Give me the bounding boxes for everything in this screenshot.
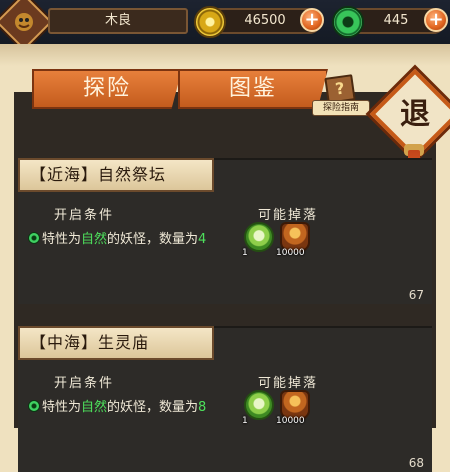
drop-count: 1 [242,248,248,258]
drop-item[interactable]: 1 [242,222,274,260]
jade-coin-icon [332,6,364,38]
condition-count: 4 [198,232,207,247]
player-name: 木良 [48,8,188,34]
stage-number: 67 [408,288,424,302]
guide-label: 探险指南 [312,100,370,116]
jade-bullet-icon [28,232,40,244]
condition-mid: 的妖怪，数量为 [107,232,199,247]
drop-item[interactable]: 10000 [276,390,310,428]
tab-explore[interactable]: 探险 [32,69,182,109]
condition-trait: 自然 [81,232,108,247]
condition-label: 开启条件 [54,376,115,391]
condition-text: 特性为自然的妖怪，数量为4 [28,228,206,247]
stage-title: 【近海】自然祭坛 [18,158,214,192]
jade-gem-icon [244,222,274,252]
pet-avatar-icon [15,13,33,31]
drop-item[interactable]: 10000 [276,222,310,260]
coin-value: 46500 [244,13,286,28]
condition-trait: 自然 [81,400,108,415]
drop-label: 可能掉落 [258,376,319,391]
jade-counter: 445 + [332,6,448,38]
stage-card[interactable]: 【近海】自然祭坛 开启条件 可能掉落 特性为自然的妖怪，数量为4 1 10000… [18,158,432,304]
jade-value: 445 [383,13,409,28]
condition-prefix: 特性为 [42,232,82,247]
coin-counter: 46500 + [194,6,324,38]
condition-prefix: 特性为 [42,400,82,415]
stage-title: 【中海】生灵庙 [18,326,214,360]
condition-label: 开启条件 [54,208,115,223]
drop-count: 1 [242,416,248,426]
drop-item[interactable]: 1 [242,390,274,428]
drop-label: 可能掉落 [258,208,319,223]
top-bar: 木良 46500 + 445 + [0,0,450,51]
gold-coin-icon [194,6,226,38]
jade-gem-icon [244,390,274,420]
stage-number: 68 [408,456,424,470]
add-jade-button[interactable]: + [424,8,448,32]
tab-codex[interactable]: 图鉴 [178,69,328,109]
condition-count: 8 [198,400,207,415]
frame-top-edge [0,44,450,66]
explore-guide-button[interactable]: ? 探险指南 [312,74,370,118]
stage-card[interactable]: 【中海】生灵庙 开启条件 可能掉落 特性为自然的妖怪，数量为8 1 10000 … [18,326,432,472]
add-coins-button[interactable]: + [300,8,324,32]
condition-mid: 的妖怪，数量为 [107,400,199,415]
condition-text: 特性为自然的妖怪，数量为8 [28,396,206,415]
drop-count: 10000 [276,416,305,426]
exit-label[interactable]: 退 [392,96,438,136]
drop-count: 10000 [276,248,305,258]
jade-bullet-icon [28,400,40,412]
